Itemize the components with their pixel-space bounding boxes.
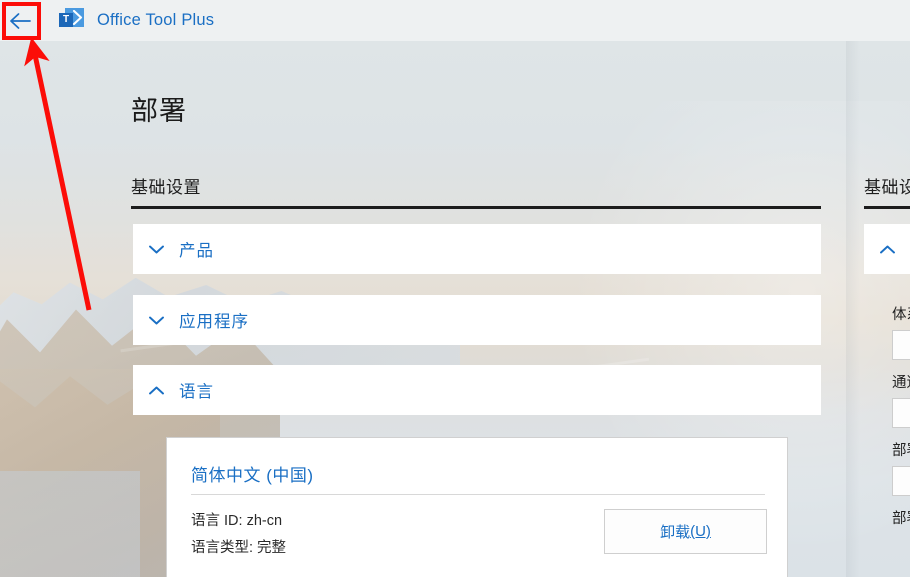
office-tool-plus-logo: T [59,8,84,33]
language-id: 语言 ID: zh-cn [191,513,283,529]
chevron-down-icon [133,245,179,254]
preview-field-input[interactable] [892,330,910,360]
accordion-languages-label: 语言 [179,383,214,401]
preview-section-divider [864,206,910,209]
preview-field-label: 部署 [892,511,910,527]
preview-field-label: 通道 [892,375,910,391]
section-title: 基础设置 [131,178,201,197]
language-name: 简体中文 (中国) [191,466,314,485]
preview-field-input[interactable] [892,466,910,496]
logo-chevron-icon [72,10,83,25]
preview-field-label: 部署方式 [892,443,910,459]
language-type: 语言类型: 完整 [191,540,287,556]
back-button[interactable] [0,1,40,40]
next-page-preview-panel[interactable]: 基础设置 体系结构 通道 部署方式 部署 [846,41,910,577]
logo-letter: T [62,14,70,25]
accordion-languages[interactable]: 语言 [133,365,821,415]
back-arrow-icon [9,12,31,29]
accordion-products-label: 产品 [179,242,214,260]
section-divider [131,206,821,209]
chevron-up-icon [133,386,179,395]
preview-field-deploy: 部署 [892,507,910,528]
deployment-page: 部署 基础设置 产品 应用程序 语言 简体中文 (中国) 语言 ID: zh-c… [0,41,910,577]
preview-field-deploy-method: 部署方式 [892,439,910,496]
page-title: 部署 [131,96,187,126]
chevron-up-icon [864,245,910,254]
preview-section-title: 基础设置 [864,178,910,197]
chevron-down-icon [133,316,179,325]
uninstall-button-label: 卸载 [660,524,691,541]
section-basic-settings: 基础设置 [131,173,821,209]
uninstall-button-accelerator: (U) [690,523,711,540]
uninstall-button[interactable]: 卸载 (U) [604,509,767,554]
preview-field-label: 体系结构 [892,307,910,323]
title-bar: T Office Tool Plus [0,0,910,41]
accordion-products[interactable]: 产品 [133,224,821,274]
app-title: Office Tool Plus [97,11,215,29]
preview-accordion[interactable] [864,224,910,274]
preview-field-input[interactable] [892,398,910,428]
language-meta: 语言 ID: zh-cn 语言类型: 完整 [191,508,286,562]
accordion-applications-label: 应用程序 [179,313,249,331]
accordion-applications[interactable]: 应用程序 [133,295,821,345]
language-item-card: 简体中文 (中国) 语言 ID: zh-cn 语言类型: 完整 卸载 (U) [166,437,788,577]
preview-field-channel: 通道 [892,371,910,428]
preview-section-basic-settings: 基础设置 [864,173,910,209]
language-card-divider [191,494,765,495]
preview-field-architecture: 体系结构 [892,303,910,360]
